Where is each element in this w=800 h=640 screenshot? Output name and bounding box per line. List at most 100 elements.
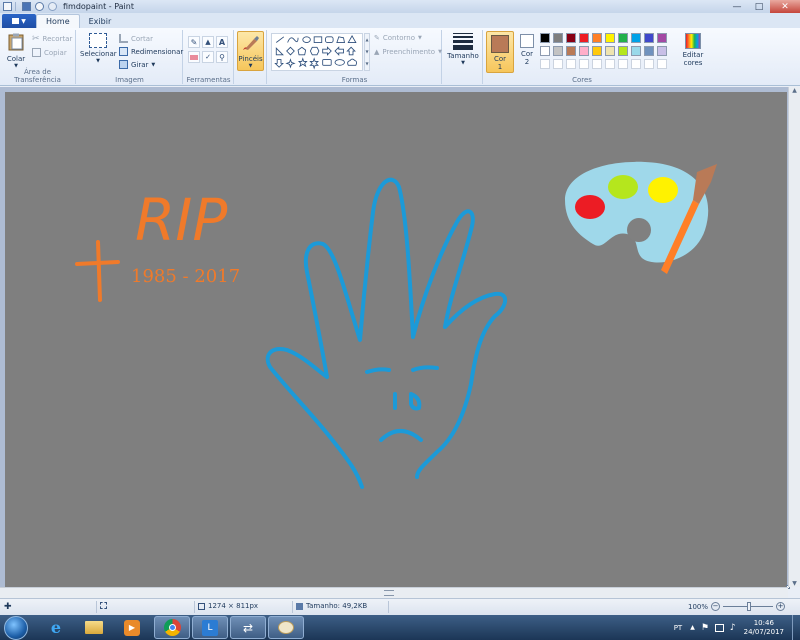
zoom-out-button[interactable]: −	[711, 602, 721, 611]
ribbon-tabs: ▼ Home Exibir	[0, 13, 800, 28]
cloud-callout-shape-icon	[347, 58, 358, 66]
crop-button[interactable]: Cortar	[119, 34, 153, 43]
palette-color-swatch[interactable]	[566, 33, 576, 43]
maximize-button[interactable]: □	[748, 0, 770, 13]
eraser-tool[interactable]	[188, 51, 200, 63]
taskbar-switch-windows[interactable]: ⇄	[230, 616, 266, 639]
volume-icon[interactable]: ♪	[730, 623, 736, 633]
palette-color-swatch[interactable]	[605, 33, 615, 43]
custom-color-slot[interactable]	[553, 59, 563, 69]
show-desktop-button[interactable]	[792, 615, 800, 640]
custom-color-slot[interactable]	[540, 59, 550, 69]
custom-color-slot[interactable]	[657, 59, 667, 69]
file-size-text: Tamanho: 49,2KB	[306, 602, 368, 610]
taskbar-paint[interactable]	[268, 616, 304, 639]
minimize-button[interactable]: —	[726, 0, 748, 13]
palette-color-swatch[interactable]	[553, 33, 563, 43]
text-tool[interactable]: A	[216, 36, 228, 48]
palette-color-swatch[interactable]	[644, 46, 654, 56]
palette-color-swatch[interactable]	[644, 33, 654, 43]
eyedropper-icon: ✓	[205, 53, 211, 61]
palette-color-swatch[interactable]	[553, 46, 563, 56]
horizontal-scrollbar[interactable]	[0, 587, 788, 598]
tab-home[interactable]: Home	[36, 14, 80, 28]
custom-color-slot[interactable]	[579, 59, 589, 69]
palette-color-swatch[interactable]	[605, 46, 615, 56]
shapes-gallery[interactable]	[271, 33, 363, 71]
language-indicator[interactable]: PT	[674, 624, 683, 632]
file-menu-button[interactable]: ▼	[2, 14, 36, 28]
color-picker-tool[interactable]: ✓	[202, 51, 214, 63]
magnifier-tool[interactable]: ⚲	[216, 51, 228, 63]
six-point-star-shape-icon	[309, 57, 319, 70]
select-button[interactable]: Selecionar ▼	[80, 33, 117, 64]
custom-color-slot[interactable]	[644, 59, 654, 69]
undo-icon[interactable]	[35, 2, 44, 11]
palette-color-swatch[interactable]	[579, 46, 589, 56]
taskbar-explorer[interactable]	[76, 616, 112, 639]
switch-arrows-icon: ⇄	[242, 620, 254, 635]
size-button[interactable]: Tamanho ▼	[446, 33, 480, 66]
color2-button[interactable]: Cor 2	[516, 34, 538, 66]
cut-button[interactable]: ✂ Recortar	[32, 34, 72, 44]
taskbar-chrome[interactable]	[154, 616, 190, 639]
custom-color-slot[interactable]	[618, 59, 628, 69]
network-icon[interactable]	[714, 623, 724, 632]
taskbar-media-player[interactable]: ▶	[114, 616, 150, 639]
pencil-tool[interactable]: ✎	[188, 36, 200, 48]
palette-color-swatch[interactable]	[618, 33, 628, 43]
palette-color-swatch[interactable]	[657, 33, 667, 43]
rotate-button[interactable]: Girar ▼	[119, 60, 155, 69]
paint-app-icon[interactable]	[3, 2, 12, 11]
tab-view[interactable]: Exibir	[80, 14, 121, 28]
fill-tool[interactable]: ▲	[202, 36, 214, 48]
custom-color-slot[interactable]	[566, 59, 576, 69]
color1-button[interactable]: Cor 1	[486, 31, 514, 73]
start-button[interactable]	[4, 616, 28, 640]
clock[interactable]: 10:46 24/07/2017	[744, 619, 784, 637]
custom-color-slot[interactable]	[631, 59, 641, 69]
scroll-up-icon[interactable]: ▲	[789, 87, 800, 94]
show-hidden-icons[interactable]: ▲	[690, 624, 695, 631]
scroll-down-icon[interactable]: ▼	[789, 580, 800, 587]
fill-button[interactable]: ▲ Preenchimento ▼	[374, 48, 442, 56]
outline-button[interactable]: ✎ Contorno ▼	[374, 34, 422, 42]
palette-color-swatch[interactable]	[657, 46, 667, 56]
flag-icon[interactable]: ⚑	[701, 623, 709, 633]
palette-color-swatch[interactable]	[540, 33, 550, 43]
resize-button[interactable]: Redimensionar	[119, 47, 183, 56]
custom-color-slot[interactable]	[592, 59, 602, 69]
taskbar-lync[interactable]: L	[192, 616, 228, 639]
chevron-down-icon: ▼	[151, 61, 156, 68]
zoom-in-button[interactable]: +	[776, 602, 786, 611]
shapes-scroll[interactable]: ▲ ▼ ▼	[364, 33, 370, 71]
rectangle-shape-icon	[313, 36, 323, 43]
palette-color-swatch[interactable]	[592, 46, 602, 56]
custom-color-slot[interactable]	[605, 59, 615, 69]
zoom-slider-thumb[interactable]	[747, 602, 752, 611]
vertical-scrollbar[interactable]: ▲ ▼	[788, 87, 800, 587]
paste-button[interactable]: Colar ▼	[3, 33, 29, 69]
copy-button[interactable]: Copiar	[32, 48, 67, 57]
color1-label: Cor	[493, 55, 507, 63]
zoom-slider[interactable]	[723, 602, 774, 611]
palette-color-swatch[interactable]	[631, 46, 641, 56]
palette-color-swatch[interactable]	[631, 33, 641, 43]
drawing-canvas[interactable]: RIP 1985 - 2017	[5, 92, 787, 587]
scroll-thumb[interactable]	[384, 590, 394, 596]
edit-colors-button[interactable]: Editar cores	[678, 33, 708, 67]
palette-color-swatch[interactable]	[540, 46, 550, 56]
palette-color-swatch[interactable]	[579, 33, 589, 43]
redo-icon[interactable]	[48, 2, 57, 11]
taskbar-ie[interactable]: e	[38, 616, 74, 639]
curve-shape-icon	[287, 37, 299, 43]
palette-color-swatch[interactable]	[566, 46, 576, 56]
file-menu-icon	[12, 18, 20, 24]
crop-icon	[119, 34, 128, 43]
close-button[interactable]: ✕	[770, 0, 800, 13]
palette-color-swatch[interactable]	[618, 46, 628, 56]
save-icon[interactable]	[22, 2, 31, 11]
image-dimensions: 1274 × 811px	[198, 602, 258, 610]
brushes-button[interactable]: Pincéis ▼	[237, 31, 264, 71]
palette-color-swatch[interactable]	[592, 33, 602, 43]
